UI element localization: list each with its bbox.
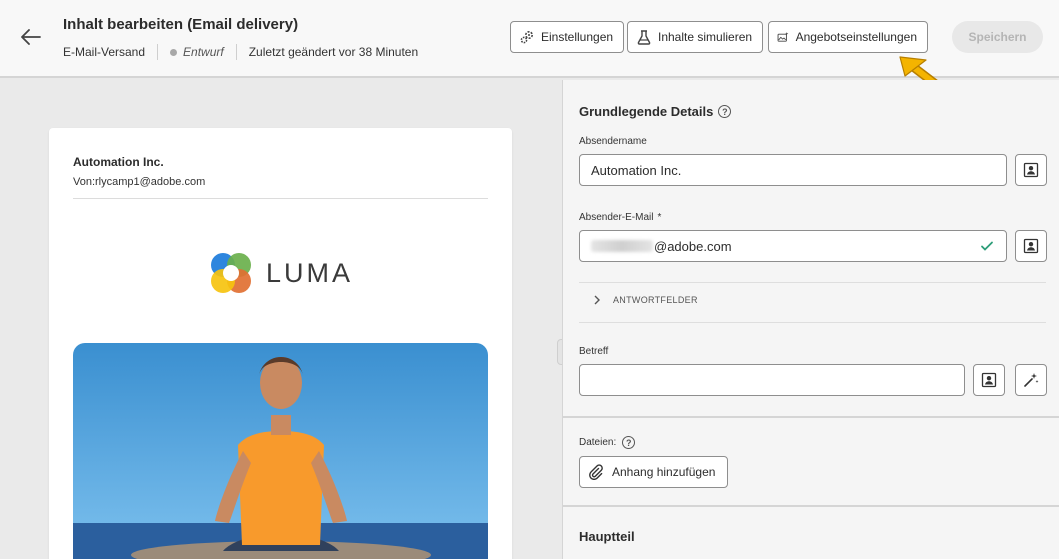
flask-icon: [637, 30, 651, 45]
checkmark-icon: [981, 241, 993, 251]
personalize-subject-button[interactable]: [973, 364, 1005, 396]
settings-button[interactable]: Einstellungen: [510, 21, 625, 53]
divider: [73, 198, 488, 199]
section-separator: [563, 416, 1059, 418]
simulate-content-button[interactable]: Inhalte simulieren: [627, 21, 764, 53]
divider: [157, 44, 159, 60]
files-label-text: Dateien:: [579, 437, 617, 448]
redacted-text: [591, 240, 653, 252]
sender-email-field[interactable]: @adobe.com: [579, 230, 1007, 262]
email-body[interactable]: LUMA: [73, 222, 488, 559]
reply-fields-label: ANTWORTFELDER: [613, 295, 698, 305]
channel-label: E-Mail-Versand: [63, 45, 146, 59]
sender-email-label-text: Absender-E-Mail: [579, 212, 654, 223]
divider: [235, 44, 237, 60]
subject-label: Betreff: [579, 346, 609, 357]
luma-logo-icon: [211, 253, 251, 293]
section-separator: [563, 505, 1059, 507]
files-label: Dateien: ?: [579, 436, 636, 449]
luma-logo: LUMA: [208, 250, 353, 296]
page-meta: E-Mail-Versand Entwurf Zuletzt geändert …: [63, 44, 418, 60]
chevron-right-icon: [594, 295, 600, 305]
generate-subject-button[interactable]: [1015, 364, 1047, 396]
sender-name-label: Absendername: [579, 136, 647, 147]
email-preview-area: Automation Inc. Von:rlycamp1@adobe.com L…: [0, 80, 562, 559]
preview-from: Von:rlycamp1@adobe.com: [73, 176, 206, 188]
subject-input[interactable]: [579, 364, 965, 396]
save-button[interactable]: Speichern: [952, 21, 1043, 53]
divider: [579, 322, 1046, 323]
status-badge: Entwurf: [183, 45, 224, 59]
image-sparkle-icon: [777, 32, 789, 42]
sender-email-value: @adobe.com: [654, 238, 732, 254]
sender-email-label: Absender-E-Mail *: [579, 212, 661, 223]
help-icon[interactable]: ?: [718, 105, 732, 118]
basic-details-heading: Grundlegende Details ?: [579, 104, 732, 119]
body-heading: Hauptteil: [579, 529, 635, 544]
back-arrow-icon[interactable]: [16, 24, 46, 50]
gears-icon: [520, 30, 534, 44]
reply-fields-toggle[interactable]: ANTWORTFELDER: [593, 295, 698, 305]
offer-settings-label: Angebotseinstellungen: [795, 30, 917, 44]
email-preview-card: Automation Inc. Von:rlycamp1@adobe.com L…: [49, 128, 512, 559]
personalize-sender-name-button[interactable]: [1015, 154, 1047, 186]
personalize-sender-email-button[interactable]: [1015, 230, 1047, 262]
personalization-icon: [1023, 238, 1039, 254]
personalization-icon: [981, 372, 997, 388]
preview-sender-name: Automation Inc.: [73, 155, 164, 169]
personalization-icon: [1023, 162, 1039, 178]
settings-label: Einstellungen: [541, 30, 614, 44]
luma-logo-text: LUMA: [266, 257, 354, 288]
basic-details-title: Grundlegende Details: [579, 104, 714, 119]
magic-wand-icon: [1024, 373, 1039, 387]
page-title: Inhalt bearbeiten (Email delivery): [63, 16, 299, 33]
sender-name-field[interactable]: Automation Inc.: [579, 154, 1007, 186]
add-attachment-button[interactable]: Anhang hinzufügen: [579, 456, 729, 488]
required-marker: *: [657, 212, 662, 223]
last-modified: Zuletzt geändert vor 38 Minuten: [248, 45, 419, 59]
body-title: Hauptteil: [579, 529, 635, 544]
hero-image: [73, 343, 488, 559]
offer-settings-button[interactable]: Angebotseinstellungen: [768, 21, 928, 53]
status-dot: [170, 48, 178, 56]
properties-panel: Grundlegende Details ? Absendername Auto…: [562, 80, 1059, 559]
add-attachment-label: Anhang hinzufügen: [612, 465, 716, 479]
simulate-label: Inhalte simulieren: [658, 30, 753, 44]
paperclip-icon: [589, 464, 603, 480]
divider: [579, 282, 1046, 283]
top-bar: Inhalt bearbeiten (Email delivery) E-Mai…: [0, 0, 1059, 97]
sender-name-value: Automation Inc.: [591, 162, 682, 178]
help-icon[interactable]: ?: [622, 436, 636, 449]
